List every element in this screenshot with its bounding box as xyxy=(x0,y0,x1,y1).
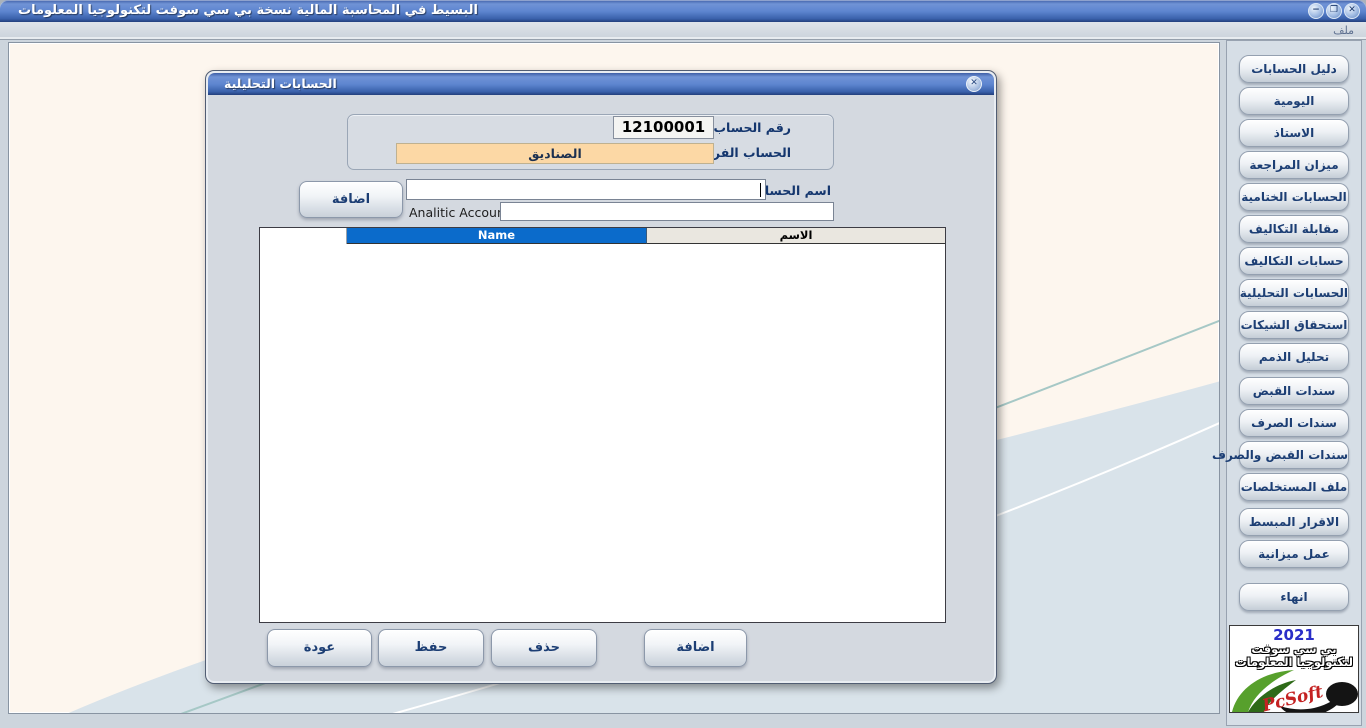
sidebar-item-receipt-vouchers[interactable]: سندات القبض xyxy=(1239,377,1349,405)
app-window: البسيط في المحاسبة المالية نسخة بي سي سو… xyxy=(0,0,1366,728)
sidebar-item-cost-accounts[interactable]: حسابات التكاليف xyxy=(1239,247,1349,275)
pcsoft-logo-icon: PcSoft xyxy=(1230,662,1359,713)
logo-year: 2021 xyxy=(1230,627,1358,643)
window-title: البسيط في المحاسبة المالية نسخة بي سي سو… xyxy=(18,3,478,18)
grid-header: Name الاسم xyxy=(260,228,945,244)
accounts-grid[interactable]: Name الاسم xyxy=(259,227,946,623)
back-button[interactable]: عودة xyxy=(267,629,372,667)
save-button[interactable]: حفظ xyxy=(378,629,484,667)
sub-account-value: الصناديق xyxy=(396,143,714,164)
dialog-titlebar: الحسابات التحليلية ✕ xyxy=(208,73,994,95)
company-logo: 2021 بي سي سوفت لتكنولوجيا المعلومات PcS… xyxy=(1229,625,1359,713)
sidebar-item-cost-matching[interactable]: مقابلة التكاليف xyxy=(1239,215,1349,243)
dialog-close-icon[interactable]: ✕ xyxy=(966,76,982,92)
sidebar: دليل الحسابات اليومية الاستاذ ميزان المر… xyxy=(1226,40,1362,726)
analytical-accounts-dialog: الحسابات التحليلية ✕ رقم الحساب: 1210000… xyxy=(205,70,997,684)
sidebar-item-receipt-payment-vouchers[interactable]: سندات القبض والصرف xyxy=(1239,441,1349,469)
sidebar-item-final-accounts[interactable]: الحسابات الختامية xyxy=(1239,183,1349,211)
sidebar-item-exit[interactable]: انهاء xyxy=(1239,583,1349,611)
sidebar-item-ledger[interactable]: الاستاذ xyxy=(1239,119,1349,147)
sidebar-item-check-maturity[interactable]: استحقاق الشيكات xyxy=(1239,311,1349,339)
sidebar-item-journal[interactable]: اليومية xyxy=(1239,87,1349,115)
sidebar-item-trial-balance[interactable]: ميزان المراجعة xyxy=(1239,151,1349,179)
analytic-account-input[interactable] xyxy=(500,202,834,221)
minimize-icon[interactable]: − xyxy=(1308,3,1324,19)
menu-item-file[interactable]: ملف xyxy=(1333,24,1354,37)
close-icon[interactable]: ✕ xyxy=(1344,3,1360,19)
logo-line2: لتكنولوجيا المعلومات xyxy=(1230,656,1358,669)
analytic-account-label: Analitic Account: xyxy=(409,205,514,220)
sidebar-item-simplified-declaration[interactable]: الاقرار المبسط xyxy=(1239,508,1349,536)
sidebar-item-extracts-file[interactable]: ملف المستخلصات xyxy=(1239,473,1349,501)
sidebar-item-analytical-accounts[interactable]: الحسابات التحليلية xyxy=(1239,279,1349,307)
window-titlebar: البسيط في المحاسبة المالية نسخة بي سي سو… xyxy=(0,0,1366,22)
sidebar-item-chart-of-accounts[interactable]: دليل الحسابات xyxy=(1239,55,1349,83)
text-cursor xyxy=(760,183,761,197)
add-row-button[interactable]: اضافة xyxy=(299,181,403,218)
menu-bar: ملف xyxy=(0,22,1366,40)
account-name-input[interactable] xyxy=(406,179,766,200)
sidebar-item-payment-vouchers[interactable]: سندات الصرف xyxy=(1239,409,1349,437)
delete-button[interactable]: حذف xyxy=(491,629,597,667)
grid-column-name[interactable]: Name xyxy=(347,228,647,244)
sidebar-item-make-balance-sheet[interactable]: عمل ميزانية xyxy=(1239,540,1349,568)
maximize-icon[interactable]: ❐ xyxy=(1326,3,1342,19)
account-number-value: 12100001 xyxy=(613,116,714,139)
grid-column-arname[interactable]: الاسم xyxy=(647,228,945,244)
sidebar-item-receivables-analysis[interactable]: تحليل الذمم xyxy=(1239,343,1349,371)
add-button[interactable]: اضافة xyxy=(644,629,747,667)
grid-row-selector-column xyxy=(260,228,347,244)
dialog-title: الحسابات التحليلية xyxy=(224,76,337,91)
window-controls: − ❐ ✕ xyxy=(1308,3,1360,19)
